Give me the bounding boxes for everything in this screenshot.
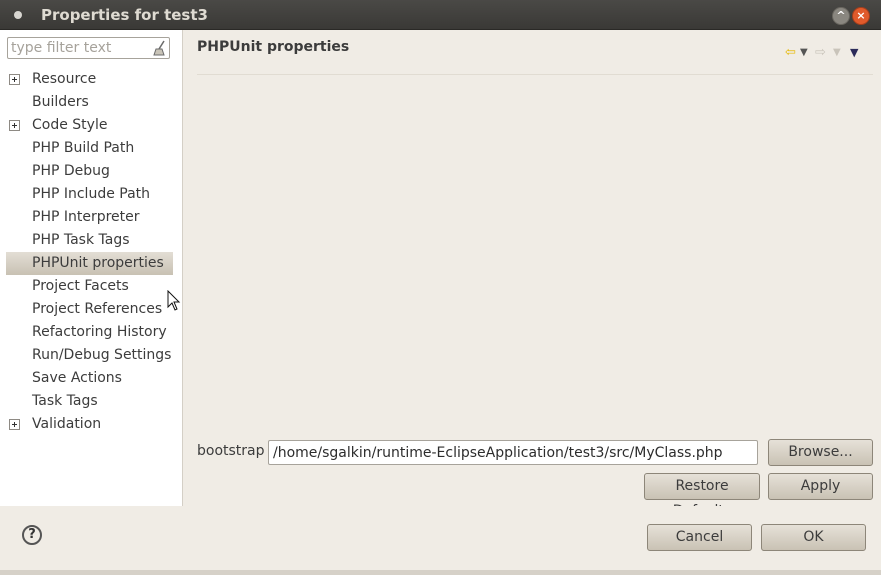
tree-item-label: PHP Build Path bbox=[32, 140, 135, 156]
tree-item-task-tags[interactable]: Task Tags bbox=[0, 390, 182, 413]
tree-item-label: Validation bbox=[32, 416, 102, 432]
browse-button[interactable]: Browse... bbox=[768, 439, 873, 466]
ok-button[interactable]: OK bbox=[761, 524, 866, 551]
expand-plus-icon[interactable] bbox=[9, 419, 20, 430]
tree-item-php-build-path[interactable]: PHP Build Path bbox=[0, 137, 182, 160]
title-bar: Properties for test3 ^ × bbox=[0, 0, 881, 30]
view-menu-icon[interactable]: ▼ bbox=[850, 44, 858, 62]
apply-button[interactable]: Apply bbox=[768, 473, 873, 500]
maximize-icon[interactable]: ^ bbox=[832, 7, 850, 25]
tree-item-code-style[interactable]: Code Style bbox=[0, 114, 182, 137]
page-title: PHPUnit properties bbox=[197, 39, 350, 55]
filter-field[interactable] bbox=[7, 37, 170, 59]
tree-item-php-interpreter[interactable]: PHP Interpreter bbox=[0, 206, 182, 229]
tree-item-label: Project Facets bbox=[32, 278, 129, 294]
tree-item-resource[interactable]: Resource bbox=[0, 68, 182, 91]
tree-item-label: Builders bbox=[32, 94, 89, 110]
dialog-button-bar: ? Cancel OK bbox=[0, 506, 881, 570]
title-separator bbox=[197, 74, 873, 75]
tree-item-builders[interactable]: Builders bbox=[0, 91, 182, 114]
window-menu-icon[interactable] bbox=[14, 11, 22, 19]
tree-item-project-facets[interactable]: Project Facets bbox=[0, 275, 182, 298]
tree-item-label: Save Actions bbox=[32, 370, 122, 386]
sidebar: Resource Builders Code Style PHP Build P… bbox=[0, 30, 183, 506]
tree-item-php-task-tags[interactable]: PHP Task Tags bbox=[0, 229, 182, 252]
bootstrap-field[interactable] bbox=[268, 440, 758, 465]
close-icon[interactable]: × bbox=[852, 7, 870, 25]
help-icon[interactable]: ? bbox=[22, 525, 42, 545]
tree-item-php-include-path[interactable]: PHP Include Path bbox=[0, 183, 182, 206]
forward-menu-chevron-icon: ▼ bbox=[833, 47, 841, 58]
window-title: Properties for test3 bbox=[41, 6, 208, 24]
tree-item-refactoring-history[interactable]: Refactoring History bbox=[0, 321, 182, 344]
tree-item-label: Project References bbox=[32, 301, 163, 317]
tree-item-label: Task Tags bbox=[32, 393, 98, 409]
tree-item-label: PHP Include Path bbox=[32, 186, 151, 202]
tree-item-php-debug[interactable]: PHP Debug bbox=[0, 160, 182, 183]
history-navigation: ⇦ ▼ ⇨ ▼ ▼ bbox=[783, 44, 873, 62]
tree-item-run-debug-settings[interactable]: Run/Debug Settings bbox=[0, 344, 182, 367]
expand-plus-icon[interactable] bbox=[9, 120, 20, 131]
tree-item-project-references[interactable]: Project References bbox=[0, 298, 182, 321]
tree-item-label: Run/Debug Settings bbox=[32, 347, 172, 363]
bootstrap-label: bootstrap bbox=[197, 443, 265, 459]
tree-item-label: Resource bbox=[32, 71, 97, 87]
tree-item-phpunit-properties[interactable]: PHPUnit properties bbox=[6, 252, 173, 275]
tree-item-label: Code Style bbox=[32, 117, 108, 133]
tree-item-label: PHPUnit properties bbox=[32, 255, 164, 271]
tree-item-label: PHP Task Tags bbox=[32, 232, 130, 248]
expand-plus-icon[interactable] bbox=[9, 74, 20, 85]
forward-arrow-icon: ⇨ bbox=[815, 45, 826, 60]
cancel-button[interactable]: Cancel bbox=[647, 524, 752, 551]
tree-item-label: PHP Debug bbox=[32, 163, 110, 179]
tree-item-validation[interactable]: Validation bbox=[0, 413, 182, 436]
clear-filter-icon[interactable] bbox=[152, 40, 168, 56]
background-window-edge bbox=[0, 570, 881, 575]
restore-defaults-button[interactable]: Restore Defaults bbox=[644, 473, 760, 519]
property-tree: Resource Builders Code Style PHP Build P… bbox=[0, 68, 182, 436]
tree-item-label: Refactoring History bbox=[32, 324, 167, 340]
tree-item-save-actions[interactable]: Save Actions bbox=[0, 367, 182, 390]
back-arrow-icon[interactable]: ⇦ bbox=[785, 44, 796, 62]
back-menu-chevron-icon[interactable]: ▼ bbox=[800, 44, 808, 62]
tree-item-label: PHP Interpreter bbox=[32, 209, 140, 225]
filter-input[interactable] bbox=[11, 39, 147, 57]
mouse-cursor-icon bbox=[167, 290, 181, 311]
properties-page: PHPUnit properties ⇦ ▼ ⇨ ▼ ▼ bootstrap B… bbox=[183, 30, 881, 519]
